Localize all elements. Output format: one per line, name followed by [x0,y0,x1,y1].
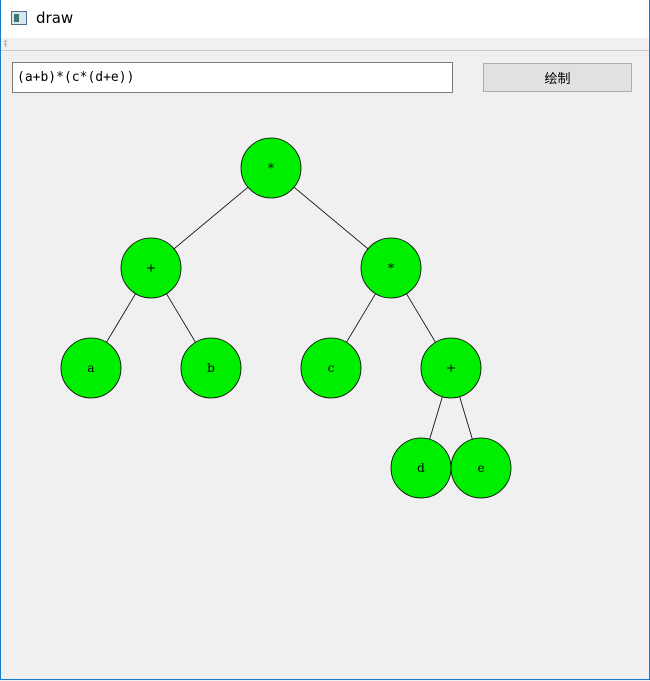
toolbar-strip [1,38,649,51]
title-bar: draw [1,0,649,38]
window-title: draw [36,9,74,27]
app-window: draw 绘制 [0,0,650,680]
expression-input[interactable] [12,62,453,93]
app-window-icon [11,11,27,25]
toolbar-grip-icon[interactable] [4,40,7,47]
draw-button[interactable]: 绘制 [483,63,632,92]
